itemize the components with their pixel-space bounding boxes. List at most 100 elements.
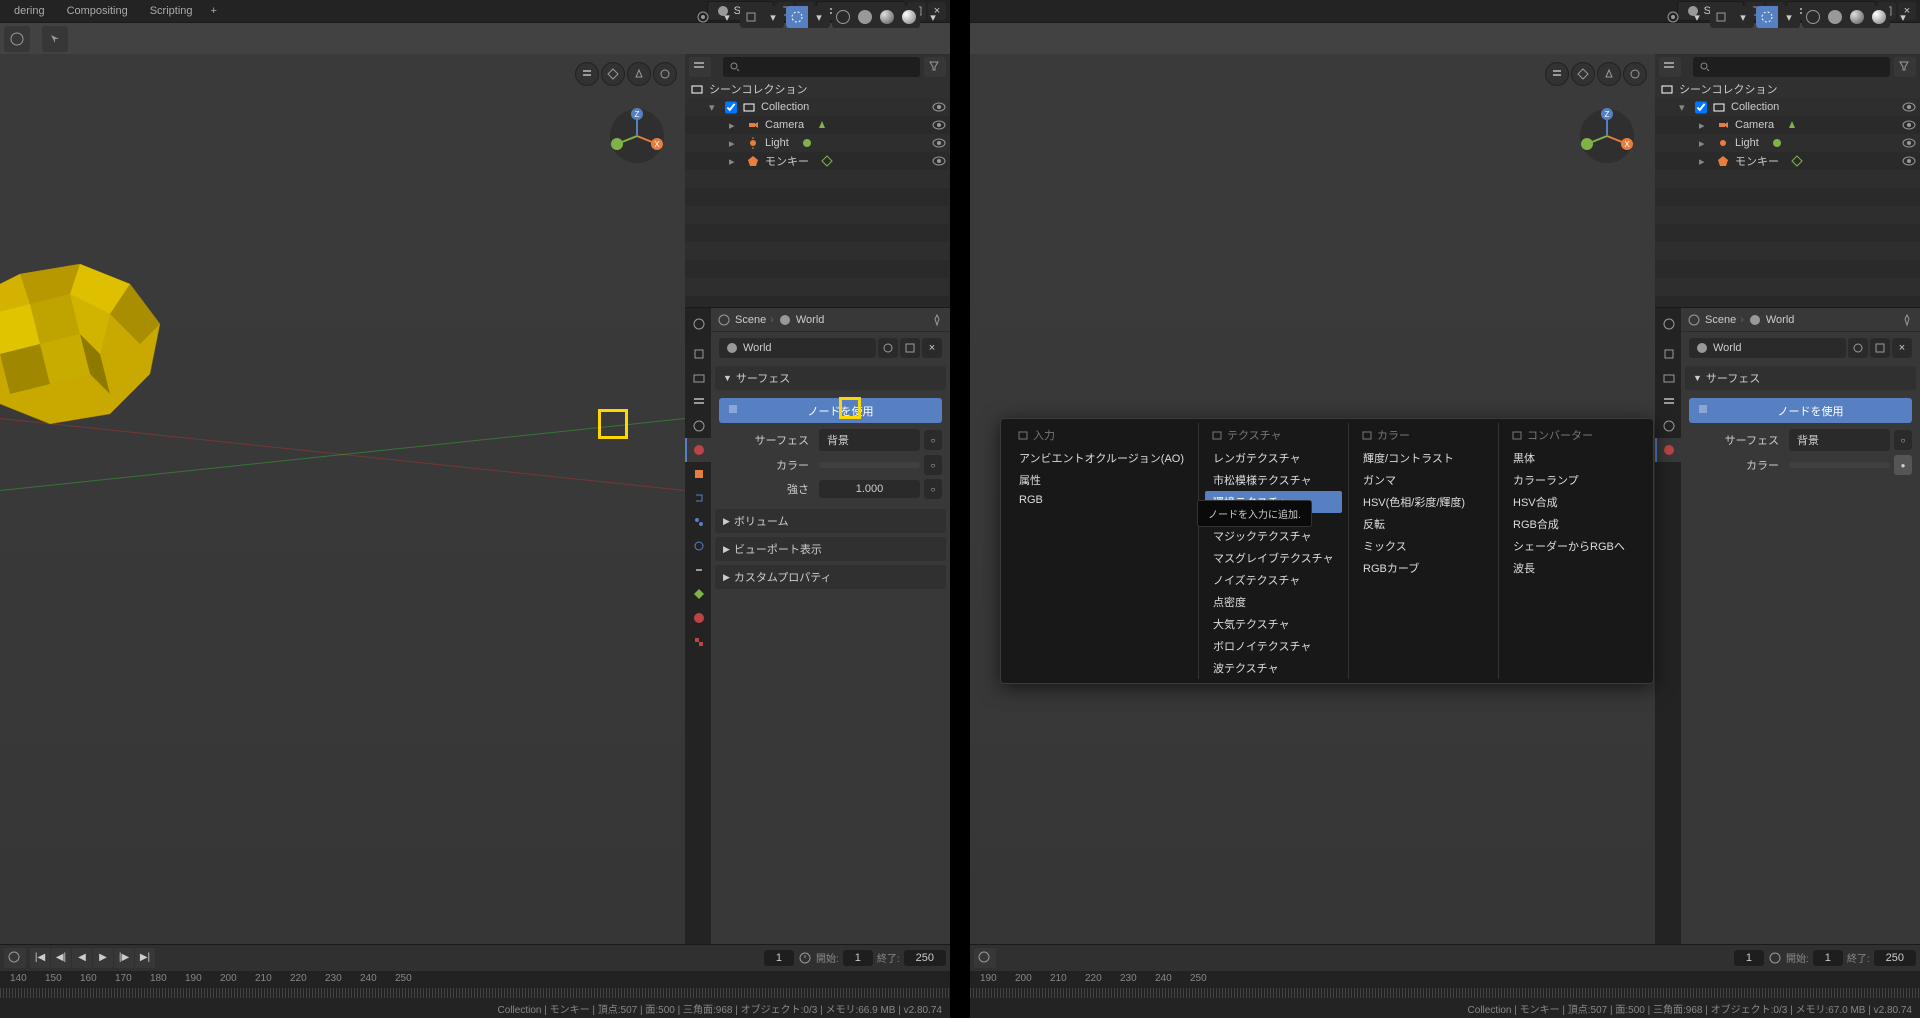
render-tab[interactable] bbox=[685, 342, 711, 366]
datablock-unlink-button[interactable]: × bbox=[1892, 338, 1912, 358]
next-keyframe-button[interactable]: |▶ bbox=[114, 948, 134, 968]
pin-icon[interactable] bbox=[930, 313, 944, 327]
view-layer-tab[interactable] bbox=[685, 390, 711, 414]
outliner-editor-type[interactable] bbox=[689, 57, 711, 77]
modifier-tab[interactable] bbox=[685, 486, 711, 510]
menu-item[interactable]: RGB合成 bbox=[1505, 513, 1643, 535]
visibility-icon[interactable] bbox=[932, 154, 946, 168]
overlay-toggle-1[interactable] bbox=[740, 6, 762, 28]
zoom-button[interactable] bbox=[575, 62, 599, 86]
workspace-tab-rendering[interactable]: dering bbox=[4, 2, 55, 20]
particle-tab[interactable] bbox=[685, 510, 711, 534]
color-swatch[interactable] bbox=[819, 462, 920, 468]
shading-overlay-dropdown[interactable]: ▾ bbox=[1778, 6, 1800, 28]
workspace-tab-add[interactable]: + bbox=[205, 2, 223, 20]
shading-matcap-button[interactable] bbox=[876, 6, 898, 28]
datablock-users-button[interactable] bbox=[878, 338, 898, 358]
color-swatch[interactable] bbox=[1789, 462, 1890, 468]
menu-item[interactable]: 大気テクスチャ bbox=[1205, 613, 1342, 635]
current-frame-field[interactable]: 1 bbox=[764, 950, 794, 966]
menu-item[interactable]: RGBカーブ bbox=[1355, 557, 1492, 579]
world-tab[interactable] bbox=[1655, 438, 1681, 462]
visibility-icon[interactable] bbox=[1902, 154, 1916, 168]
datablock-users-button[interactable] bbox=[1848, 338, 1868, 358]
menu-item[interactable]: 市松模様テクスチャ bbox=[1205, 469, 1342, 491]
properties-editor-type[interactable] bbox=[1655, 312, 1681, 336]
outliner-search[interactable] bbox=[723, 57, 920, 77]
shading-rendered-button[interactable] bbox=[1868, 6, 1890, 28]
collection-row[interactable]: ▾ Collection bbox=[685, 98, 950, 116]
pan-button[interactable] bbox=[601, 62, 625, 86]
light-row[interactable]: ▸ Light bbox=[1655, 134, 1920, 152]
color-node-link-button[interactable]: ○ bbox=[924, 455, 942, 475]
menu-item[interactable]: 波長 bbox=[1505, 557, 1643, 579]
camera-row[interactable]: ▸ Camera bbox=[685, 116, 950, 134]
shading-solid-button[interactable] bbox=[854, 6, 876, 28]
data-tab[interactable] bbox=[685, 582, 711, 606]
visibility-icon[interactable] bbox=[1902, 118, 1916, 132]
datablock-new-button[interactable] bbox=[1870, 338, 1890, 358]
shading-wireframe-button[interactable] bbox=[832, 6, 854, 28]
menu-item[interactable]: HSV合成 bbox=[1505, 491, 1643, 513]
collection-row[interactable]: ▾ Collection bbox=[1655, 98, 1920, 116]
light-row[interactable]: ▸ Light bbox=[685, 134, 950, 152]
overlay-visibility-button[interactable] bbox=[692, 6, 714, 28]
expand-toggle[interactable]: ▸ bbox=[729, 119, 741, 132]
material-tab[interactable] bbox=[685, 606, 711, 630]
menu-item[interactable]: HSV(色相/彩度/輝度) bbox=[1355, 491, 1492, 513]
color-node-link-button[interactable]: ● bbox=[1894, 455, 1912, 475]
cursor-tool-button[interactable] bbox=[42, 26, 68, 52]
overlay-visibility-button[interactable] bbox=[1662, 6, 1684, 28]
menu-item[interactable]: ノイズテクスチャ bbox=[1205, 569, 1342, 591]
use-nodes-button[interactable]: ノードを使用 bbox=[1689, 398, 1912, 423]
expand-toggle[interactable]: ▾ bbox=[1679, 101, 1691, 114]
volume-panel-header[interactable]: ▶ ボリューム bbox=[715, 509, 946, 533]
viewport-gizmo[interactable]: X Z bbox=[609, 108, 665, 164]
surface-panel-header[interactable]: ▼ サーフェス bbox=[715, 366, 946, 390]
outliner-search[interactable] bbox=[1693, 57, 1890, 77]
render-tab[interactable] bbox=[1655, 342, 1681, 366]
current-frame-field[interactable]: 1 bbox=[1734, 950, 1764, 966]
output-tab[interactable] bbox=[1655, 366, 1681, 390]
editor-type-dropdown[interactable] bbox=[4, 26, 30, 52]
menu-item[interactable]: レンガテクスチャ bbox=[1205, 447, 1342, 469]
perspective-button[interactable] bbox=[1623, 62, 1647, 86]
monkey-row[interactable]: ▸ モンキー bbox=[685, 152, 950, 170]
menu-item[interactable]: カラーランプ bbox=[1505, 469, 1643, 491]
play-button[interactable]: ▶ bbox=[93, 948, 113, 968]
overlay-toggle-2[interactable]: ▾ bbox=[762, 6, 784, 28]
scene-collection-row[interactable]: シーンコレクション bbox=[1655, 80, 1920, 98]
texture-tab[interactable] bbox=[685, 630, 711, 654]
properties-editor-type[interactable] bbox=[685, 312, 711, 336]
breadcrumb-world[interactable]: World bbox=[796, 314, 825, 326]
play-reverse-button[interactable]: ◀ bbox=[72, 948, 92, 968]
menu-item[interactable]: ガンマ bbox=[1355, 469, 1492, 491]
shading-xray-button[interactable] bbox=[786, 6, 808, 28]
end-frame-field[interactable]: 250 bbox=[904, 950, 946, 966]
breadcrumb-scene[interactable]: Scene bbox=[735, 314, 766, 326]
constraint-tab[interactable] bbox=[685, 558, 711, 582]
surface-panel-header[interactable]: ▼ サーフェス bbox=[1685, 366, 1916, 390]
shading-rendered-button[interactable] bbox=[898, 6, 920, 28]
surface-node-link-button[interactable]: ○ bbox=[1894, 430, 1912, 450]
overlay-toggle-1[interactable] bbox=[1710, 6, 1732, 28]
timeline-editor-type[interactable] bbox=[4, 948, 26, 968]
menu-item[interactable]: ボロノイテクスチャ bbox=[1205, 635, 1342, 657]
world-datablock-field[interactable]: World bbox=[1689, 338, 1846, 358]
timeline-editor-type[interactable] bbox=[974, 948, 996, 968]
visibility-icon[interactable] bbox=[1902, 136, 1916, 150]
view-layer-tab[interactable] bbox=[1655, 390, 1681, 414]
visibility-icon[interactable] bbox=[932, 118, 946, 132]
visibility-icon[interactable] bbox=[1902, 100, 1916, 114]
expand-toggle[interactable]: ▸ bbox=[729, 155, 741, 168]
menu-item[interactable]: ミックス bbox=[1355, 535, 1492, 557]
shading-overlay-dropdown[interactable]: ▾ bbox=[808, 6, 830, 28]
pan-button[interactable] bbox=[1571, 62, 1595, 86]
outliner-editor-type[interactable] bbox=[1659, 57, 1681, 77]
menu-item[interactable]: 波テクスチャ bbox=[1205, 657, 1342, 679]
end-frame-field[interactable]: 250 bbox=[1874, 950, 1916, 966]
world-tab[interactable] bbox=[685, 438, 711, 462]
datablock-new-button[interactable] bbox=[900, 338, 920, 358]
gizmo-dropdown[interactable]: ▾ bbox=[1686, 6, 1708, 28]
breadcrumb-scene[interactable]: Scene bbox=[1705, 314, 1736, 326]
